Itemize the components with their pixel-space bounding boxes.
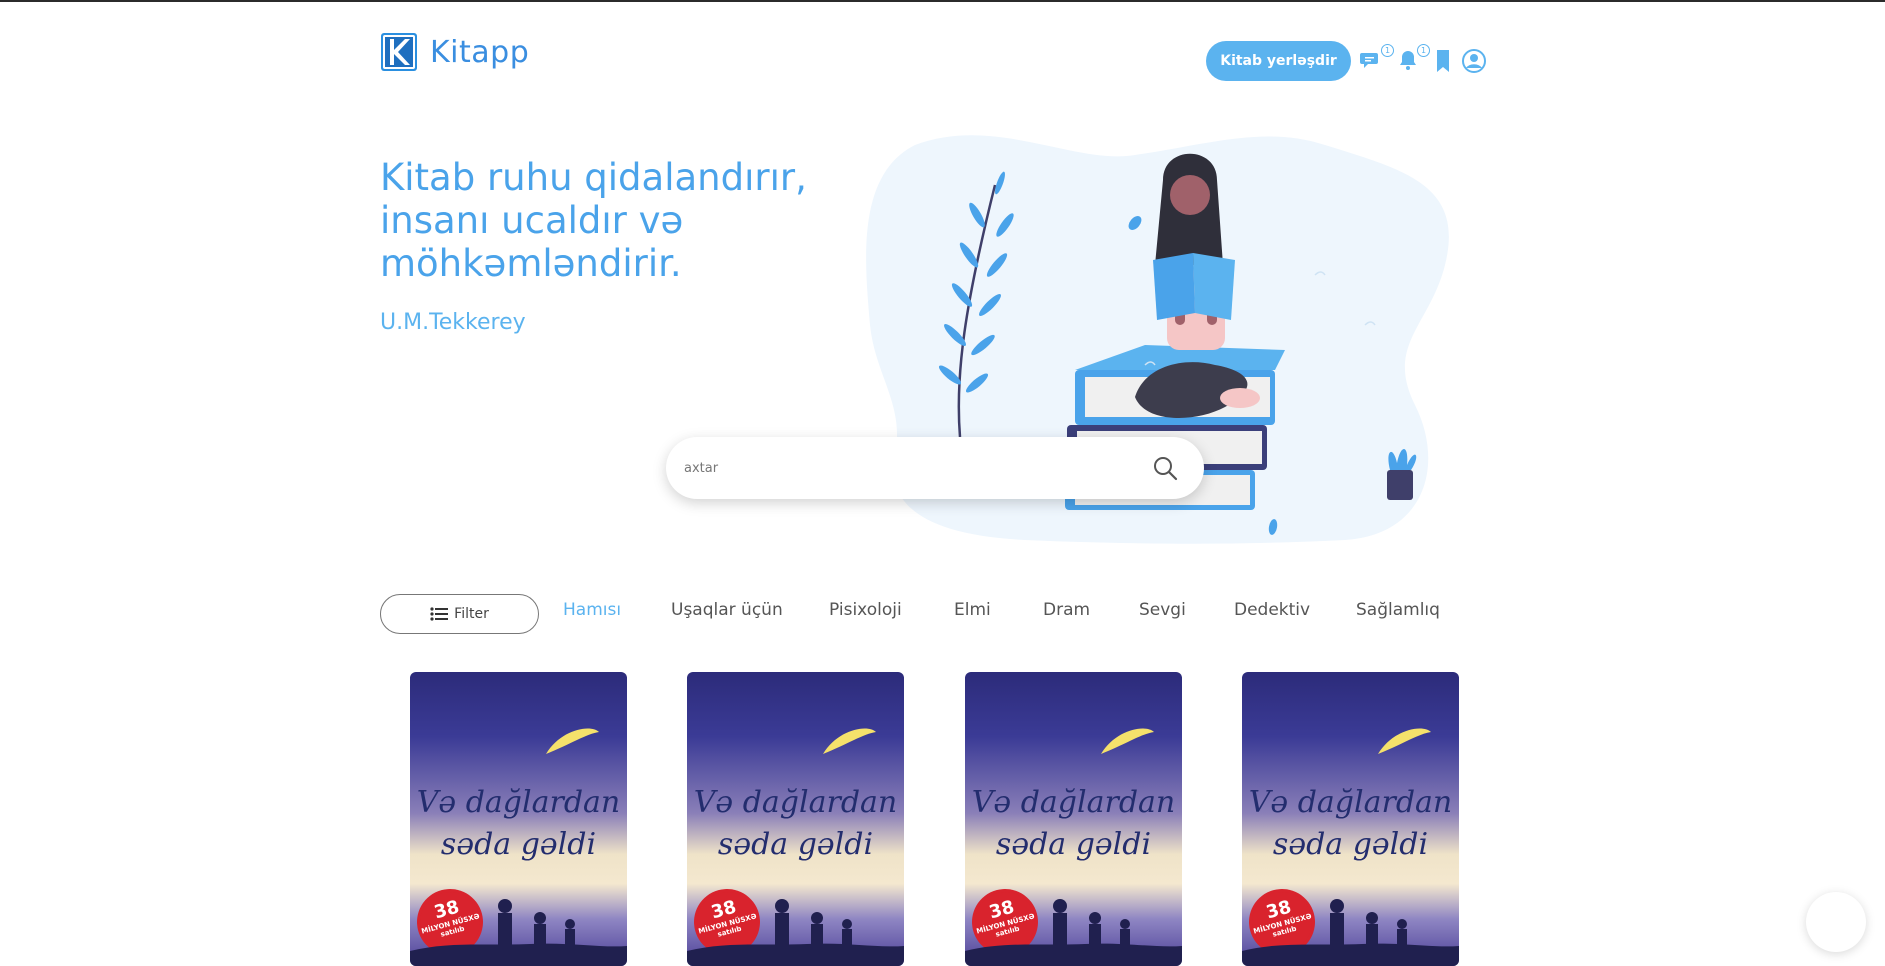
feather-decoration xyxy=(1378,728,1431,754)
list-icon xyxy=(430,607,449,621)
family-silhouette xyxy=(687,899,904,966)
search-bar xyxy=(666,437,1204,499)
tab-all[interactable]: Hamısı xyxy=(563,600,621,620)
search-input[interactable] xyxy=(684,460,1152,476)
hero-quote: Kitab ruhu qidalandırır, insanı ucaldır … xyxy=(380,156,807,285)
tab-drama[interactable]: Dram xyxy=(1043,600,1090,620)
book-card[interactable]: Və dağlardan səda gəldi 38 MİLYON NÜSXƏ … xyxy=(687,672,904,966)
logo[interactable]: Kitapp xyxy=(380,30,529,74)
notifications-bell-icon[interactable]: 1 xyxy=(1396,44,1430,74)
tab-love[interactable]: Sevgi xyxy=(1139,600,1186,620)
floating-chat-button[interactable] xyxy=(1806,892,1866,952)
hero-author: U.M.Tekkerey xyxy=(380,310,526,335)
book-title: Və dağlardan səda gəldi xyxy=(1248,785,1453,862)
tab-health[interactable]: Sağlamlıq xyxy=(1356,600,1440,620)
tab-kids[interactable]: Uşaqlar üçün xyxy=(671,600,783,620)
family-silhouette xyxy=(410,899,627,966)
family-silhouette xyxy=(965,899,1182,966)
bookmark-icon[interactable] xyxy=(1431,48,1457,74)
tab-psychology[interactable]: Pisixoloji xyxy=(829,600,902,620)
notifications-badge: 1 xyxy=(1417,44,1430,57)
messages-icon[interactable]: 1 xyxy=(1360,44,1394,74)
logo-mark-icon xyxy=(381,33,417,71)
user-profile-icon[interactable] xyxy=(1461,48,1487,74)
feather-decoration xyxy=(546,728,599,754)
filter-label: Filter xyxy=(454,606,489,622)
book-title: Və dağlardan səda gəldi xyxy=(416,785,621,862)
search-icon[interactable] xyxy=(1152,455,1178,481)
filter-button[interactable]: Filter xyxy=(380,594,539,634)
book-card[interactable]: Və dağlardan səda gəldi 38 MİLYON NÜSXƏ … xyxy=(965,672,1182,966)
book-title: Və dağlardan səda gəldi xyxy=(693,785,898,862)
top-border xyxy=(0,0,1885,2)
feather-decoration xyxy=(1101,728,1154,754)
feather-decoration xyxy=(823,728,876,754)
tab-detective[interactable]: Dedektiv xyxy=(1234,600,1310,620)
logo-text: Kitapp xyxy=(430,34,530,70)
book-card[interactable]: Və dağlardan səda gəldi 38 MİLYON NÜSXƏ … xyxy=(410,672,627,966)
messages-badge: 1 xyxy=(1381,44,1394,57)
family-silhouette xyxy=(1242,899,1459,966)
post-book-button[interactable]: Kitab yerləşdir xyxy=(1206,41,1351,81)
book-title: Və dağlardan səda gəldi xyxy=(971,785,1176,862)
tab-science[interactable]: Elmi xyxy=(954,600,991,620)
book-card[interactable]: Və dağlardan səda gəldi 38 MİLYON NÜSXƏ … xyxy=(1242,672,1459,966)
